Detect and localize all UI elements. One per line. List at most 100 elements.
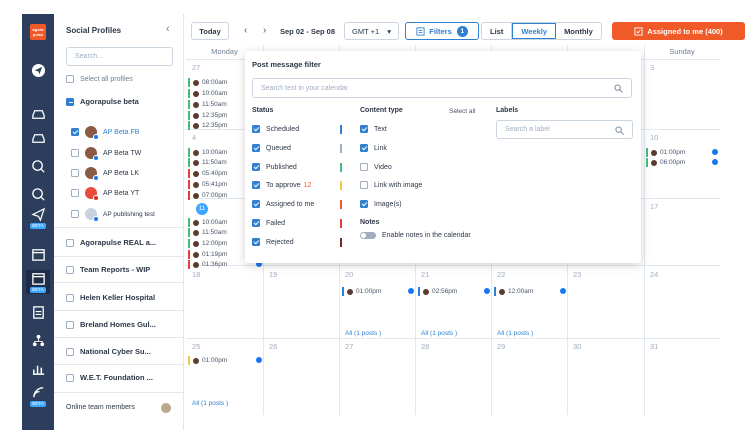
checkbox[interactable] <box>252 238 260 246</box>
post-item[interactable]: 12:00am <box>494 287 533 296</box>
next-week-icon[interactable]: › <box>263 25 266 36</box>
publish-nav-icon[interactable] <box>26 58 50 82</box>
profile-group[interactable]: Agorapulse REAL a... <box>66 238 156 247</box>
checkbox[interactable] <box>360 125 368 133</box>
all-posts-link[interactable]: All (1 posts ) <box>421 330 457 337</box>
post-item[interactable]: 01:00pm <box>646 148 685 157</box>
status-rejected[interactable]: Rejected <box>252 238 294 246</box>
all-posts-link[interactable]: All (1 posts ) <box>345 330 381 337</box>
team-nav-icon[interactable] <box>26 328 50 352</box>
listening-beta-nav-icon[interactable] <box>26 182 50 206</box>
all-posts-link[interactable]: All (1 posts ) <box>192 400 228 407</box>
today-button[interactable]: Today <box>191 22 229 40</box>
checkbox[interactable] <box>66 75 74 83</box>
checkbox[interactable] <box>66 238 74 247</box>
view-monthly-button[interactable]: Monthly <box>556 23 601 39</box>
profile-group[interactable]: Breland Homes Gul... <box>66 320 156 329</box>
checkbox[interactable] <box>71 128 79 136</box>
post-item[interactable]: 06:00pm <box>646 158 685 167</box>
post-item[interactable]: 10:00am <box>188 218 227 227</box>
agorapulse-logo[interactable]: agora pulse <box>30 24 46 40</box>
checkbox[interactable] <box>71 210 79 218</box>
checkbox[interactable] <box>252 144 260 152</box>
inbox-beta-nav-icon[interactable] <box>26 126 50 150</box>
profile-group[interactable]: Team Reports - WIP <box>66 265 150 274</box>
checkbox[interactable] <box>360 144 368 152</box>
checkbox[interactable] <box>252 181 260 189</box>
reports-nav-icon[interactable] <box>26 300 50 324</box>
status-scheduled[interactable]: Scheduled <box>252 125 299 133</box>
calendar-nav-icon[interactable] <box>26 242 50 266</box>
filter-search-input[interactable]: Search text in your calendar <box>252 78 632 98</box>
status-to-approve[interactable]: To approve 12 <box>252 181 311 189</box>
content-link-with-image[interactable]: Link with image <box>360 181 422 189</box>
status-published[interactable]: Published <box>252 163 297 171</box>
post-item[interactable]: 11:50am <box>188 228 227 237</box>
calendar-beta-nav-icon[interactable]: BETA <box>26 270 50 294</box>
checkbox[interactable] <box>66 293 74 302</box>
checkbox[interactable] <box>66 265 74 274</box>
post-item[interactable]: 01:36pm <box>188 260 227 269</box>
checkbox[interactable] <box>360 163 368 171</box>
profile-search-input[interactable]: Search... <box>66 47 173 66</box>
profile-group[interactable]: National Cyber Su... <box>66 347 151 356</box>
post-item[interactable]: 10:00am <box>188 89 227 98</box>
checkbox[interactable] <box>71 149 79 157</box>
post-item[interactable]: 01:19pm <box>188 250 227 259</box>
checkbox[interactable] <box>66 373 74 382</box>
post-item[interactable]: 12:35pm <box>188 111 227 120</box>
post-item[interactable]: 01:00pm <box>342 287 381 296</box>
content-video[interactable]: Video <box>360 163 392 171</box>
post-item[interactable]: 11:50am <box>188 158 227 167</box>
post-item[interactable]: 05:41pm <box>188 180 227 189</box>
profile-item[interactable]: AP Beta TW <box>71 147 141 161</box>
post-item[interactable]: 05:40pm <box>188 169 227 178</box>
profile-group-agorapulse-beta[interactable]: Agorapulse beta <box>66 97 139 106</box>
checkbox[interactable] <box>66 320 74 329</box>
assigned-to-me-button[interactable]: Assigned to me (400) <box>612 22 745 40</box>
profile-group[interactable]: W.E.T. Foundation ... <box>66 373 153 382</box>
advocacy-beta-nav-icon[interactable]: BETA <box>26 384 50 408</box>
status-queued[interactable]: Queued <box>252 144 291 152</box>
post-item[interactable]: 10:00am <box>188 148 227 157</box>
checkbox[interactable] <box>360 200 368 208</box>
notes-toggle[interactable]: Enable notes in the calendar <box>360 232 471 239</box>
timezone-select[interactable]: GMT +1 ▾ <box>344 22 399 40</box>
status-assigned-to-me[interactable]: Assigned to me <box>252 200 314 208</box>
all-posts-link[interactable]: All (1 posts ) <box>497 330 533 337</box>
filters-button[interactable]: Filters 1 <box>405 22 479 40</box>
listening-nav-icon[interactable] <box>26 154 50 178</box>
post-item[interactable]: 12:35pm <box>188 121 227 130</box>
profile-item[interactable]: AP Beta YT <box>71 187 139 201</box>
content-images[interactable]: Image(s) <box>360 200 402 208</box>
select-all-profiles[interactable]: Select all profiles <box>66 75 133 83</box>
avatar[interactable] <box>160 402 172 414</box>
select-all-content-link[interactable]: Select all <box>449 108 475 115</box>
view-list-button[interactable]: List <box>482 23 513 39</box>
checkbox[interactable] <box>71 189 79 197</box>
post-item[interactable]: 02:56pm <box>418 287 457 296</box>
prev-week-icon[interactable]: ‹ <box>244 25 247 36</box>
profile-item[interactable]: AP Beta LK <box>71 167 139 181</box>
checkbox[interactable] <box>71 169 79 177</box>
profile-group[interactable]: Helen Keller Hospital <box>66 293 155 302</box>
post-item[interactable]: 11:50am <box>188 100 227 109</box>
post-item[interactable]: 07:00pm <box>188 191 227 200</box>
post-item[interactable]: 01:00pm <box>188 356 227 365</box>
checkbox[interactable] <box>66 347 74 356</box>
inbox-nav-icon[interactable] <box>26 102 50 126</box>
status-failed[interactable]: Failed <box>252 219 285 227</box>
analytics-nav-icon[interactable] <box>26 356 50 380</box>
checkbox[interactable] <box>252 219 260 227</box>
label-search-input[interactable]: Search a label <box>496 120 633 139</box>
view-weekly-button[interactable]: Weekly <box>512 23 557 39</box>
post-item[interactable]: 08:00am <box>188 78 227 87</box>
checkbox[interactable] <box>252 163 260 171</box>
toggle-switch[interactable] <box>360 232 376 239</box>
profile-item[interactable]: AP publishing test <box>71 208 155 222</box>
post-item[interactable]: 12:00pm <box>188 239 227 248</box>
content-text[interactable]: Text <box>360 125 387 133</box>
publish-beta-nav-icon[interactable]: BETA <box>26 206 50 230</box>
checkbox[interactable] <box>252 200 260 208</box>
checkbox[interactable] <box>66 97 74 106</box>
